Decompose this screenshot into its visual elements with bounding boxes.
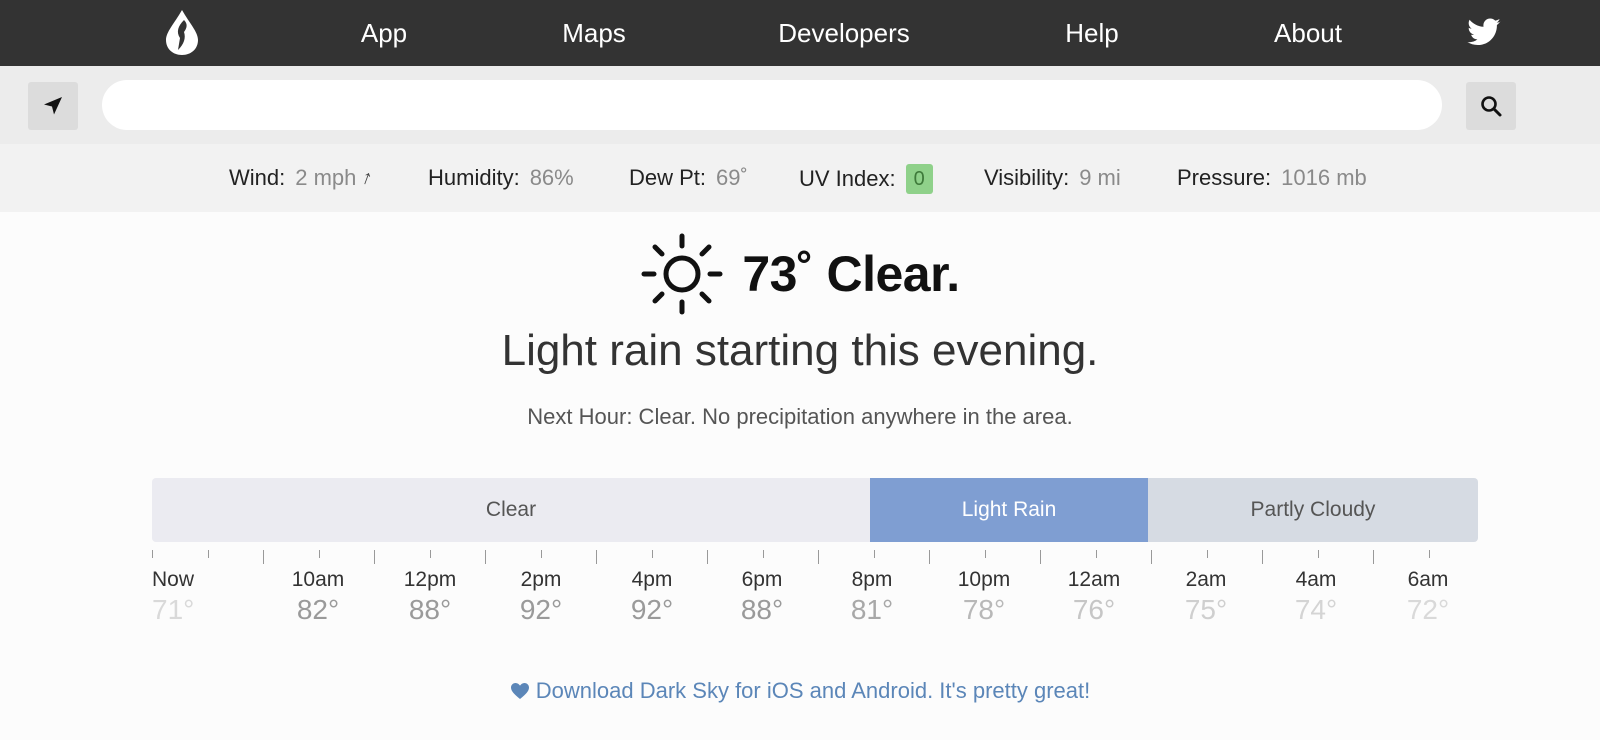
next-hour-summary: Next Hour: Clear. No precipitation anywh…	[527, 404, 1073, 429]
search-input[interactable]	[102, 80, 1442, 130]
major-tick	[1040, 550, 1041, 564]
daily-summary: Light rain starting this evening.	[501, 326, 1099, 375]
minor-tick	[1207, 550, 1208, 558]
download-text[interactable]: Download Dark Sky for iOS and Android. I…	[536, 678, 1090, 703]
minor-tick	[430, 550, 431, 558]
twitter-icon[interactable]	[1466, 14, 1502, 50]
minor-tick	[1429, 550, 1430, 558]
search-bar	[0, 66, 1600, 144]
stat-dew-point: Dew Pt: 69˚	[629, 164, 748, 192]
major-tick	[263, 550, 264, 564]
timeline-segment-light-rain[interactable]: Light Rain	[870, 478, 1148, 542]
humidity-value: 86%	[529, 165, 574, 190]
pressure-label: Pressure:	[1177, 165, 1272, 190]
hour-label: 2am	[1185, 568, 1227, 591]
wind-direction-icon: ↑	[358, 165, 376, 191]
hour-temp: 81°	[850, 594, 894, 625]
timeline-segment-partly-cloudy[interactable]: Partly Cloudy	[1148, 478, 1478, 542]
hour-label: 10pm	[957, 568, 1011, 591]
hour-temp: 82°	[296, 594, 340, 625]
hour-label: 4pm	[631, 568, 673, 591]
humidity-label: Humidity:	[428, 165, 520, 190]
major-tick	[485, 550, 486, 564]
dew-label: Dew Pt:	[629, 165, 707, 190]
major-tick	[818, 550, 819, 564]
hour-temp: 76°	[1072, 594, 1116, 625]
location-button[interactable]	[28, 82, 78, 130]
nav-help[interactable]: Help	[1065, 18, 1118, 48]
top-navigation: App Maps Developers Help About	[0, 0, 1600, 66]
hour-label: 8pm	[851, 568, 893, 591]
search-icon	[1481, 96, 1502, 117]
search-button[interactable]	[1466, 82, 1516, 130]
major-tick	[707, 550, 708, 564]
stat-humidity: Humidity: 86%	[428, 164, 574, 192]
hour-temp: 88°	[408, 594, 452, 625]
heart-icon	[510, 683, 529, 699]
hour-label: 6am	[1407, 568, 1449, 591]
hour-label: 10am	[291, 568, 345, 591]
timeline-segment-clear[interactable]: Clear	[152, 478, 870, 542]
sun-icon	[641, 233, 723, 315]
hour-temp: 92°	[519, 594, 563, 625]
minor-tick	[1318, 550, 1319, 558]
stat-visibility: Visibility: 9 mi	[984, 164, 1121, 192]
logo-icon[interactable]	[164, 8, 200, 56]
major-tick	[1151, 550, 1152, 564]
stat-uv-index: UV Index: 0	[799, 164, 933, 194]
minor-tick	[208, 550, 209, 558]
major-tick	[374, 550, 375, 564]
uv-label: UV Index:	[799, 166, 896, 191]
hour-label: 12pm	[403, 568, 457, 591]
nav-developers[interactable]: Developers	[778, 18, 910, 48]
download-link[interactable]: Download Dark Sky for iOS and Android. I…	[0, 678, 1600, 704]
visibility-value: 9 mi	[1079, 165, 1121, 190]
major-tick	[596, 550, 597, 564]
minor-tick	[763, 550, 764, 558]
dew-value: 69˚	[716, 165, 748, 190]
nav-maps[interactable]: Maps	[562, 18, 626, 48]
hour-temp: 72°	[1406, 594, 1450, 625]
hour-label: 2pm	[520, 568, 562, 591]
current-temp-summary: 73˚ Clear.	[742, 246, 960, 302]
current-conditions: 73˚ Clear.	[0, 232, 1600, 316]
timeline-ticks	[0, 550, 1600, 564]
nav-about[interactable]: About	[1274, 18, 1342, 48]
visibility-label: Visibility:	[984, 165, 1070, 190]
minor-tick	[652, 550, 653, 558]
location-arrow-icon	[44, 97, 62, 115]
wind-label: Wind:	[229, 165, 286, 190]
nav-app[interactable]: App	[361, 18, 407, 48]
minor-tick	[1096, 550, 1097, 558]
hour-label: 12am	[1067, 568, 1121, 591]
stat-wind: Wind: 2 mph ↑	[229, 164, 376, 192]
uv-badge: 0	[905, 164, 933, 194]
major-tick	[1262, 550, 1263, 564]
stat-pressure: Pressure: 1016 mb	[1177, 164, 1367, 192]
conditions-stats: Wind: 2 mph ↑ Humidity: 86% Dew Pt: 69˚ …	[0, 144, 1600, 212]
hour-label: 4am	[1295, 568, 1337, 591]
hour-temp: 74°	[1294, 594, 1338, 625]
hour-temp: 75°	[1184, 594, 1228, 625]
hour-temp: 78°	[962, 594, 1006, 625]
major-tick	[929, 550, 930, 564]
hour-temp: 88°	[740, 594, 784, 625]
hour-temp: 71°	[152, 594, 195, 625]
minor-tick	[152, 550, 153, 558]
hour-temp: 92°	[630, 594, 674, 625]
minor-tick	[319, 550, 320, 558]
pressure-value: 1016 mb	[1281, 165, 1367, 190]
hour-label: Now	[152, 568, 195, 591]
minor-tick	[874, 550, 875, 558]
minor-tick	[541, 550, 542, 558]
hour-label: 6pm	[741, 568, 783, 591]
minor-tick	[985, 550, 986, 558]
wind-value: 2 mph	[295, 165, 357, 190]
major-tick	[1373, 550, 1374, 564]
